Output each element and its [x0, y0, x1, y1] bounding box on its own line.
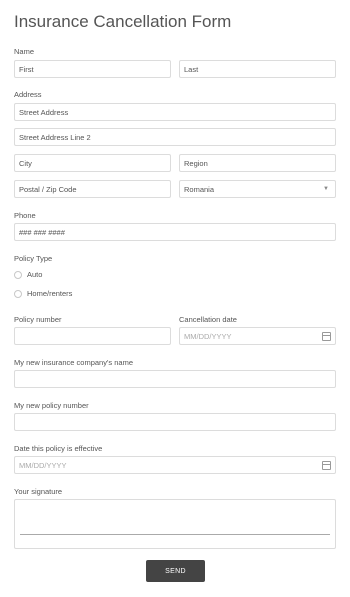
calendar-icon[interactable] [322, 461, 331, 470]
region-field[interactable]: Region [179, 154, 336, 172]
policy-type-option-home-renters[interactable]: Home/renters [14, 289, 72, 298]
phone-placeholder: ### ### #### [19, 227, 65, 237]
send-button[interactable]: SEND [146, 560, 205, 582]
last-name-placeholder: Last [184, 64, 199, 74]
street-address-2-field[interactable]: Street Address Line 2 [14, 128, 336, 146]
name-label: Name [14, 47, 35, 56]
policy-number-field[interactable] [14, 327, 171, 345]
policy-type-option-auto[interactable]: Auto [14, 270, 42, 279]
last-name-field[interactable]: Last [179, 60, 336, 78]
country-select[interactable]: Romania ▼ [179, 180, 336, 198]
first-name-field[interactable]: First [14, 60, 171, 78]
signature-pad[interactable] [14, 499, 336, 549]
cancellation-date-field[interactable]: MM/DD/YYYY [179, 327, 336, 345]
postal-code-field[interactable]: Postal / Zip Code [14, 180, 171, 198]
new-company-field[interactable] [14, 370, 336, 388]
new-company-label: My new insurance company's name [14, 358, 133, 367]
form-title: Insurance Cancellation Form [14, 12, 232, 31]
effective-date-field[interactable]: MM/DD/YYYY [14, 456, 336, 474]
effective-date-label: Date this policy is effective [14, 444, 103, 453]
radio-button[interactable] [14, 289, 22, 298]
policy-type-option-label: Auto [27, 270, 43, 279]
policy-number-label: Policy number [14, 315, 62, 324]
signature-label: Your signature [14, 487, 63, 496]
new-policy-number-label: My new policy number [14, 401, 89, 410]
street-address-field[interactable]: Street Address [14, 103, 336, 121]
radio-button[interactable] [14, 270, 22, 279]
policy-type-label: Policy Type [14, 254, 53, 263]
city-field[interactable]: City [14, 154, 171, 172]
cancellation-date-label: Cancellation date [179, 315, 237, 324]
new-policy-number-field[interactable] [14, 413, 336, 431]
postal-code-placeholder: Postal / Zip Code [19, 184, 77, 194]
phone-field[interactable]: ### ### #### [14, 223, 336, 241]
signature-baseline [20, 534, 330, 535]
region-placeholder: Region [184, 158, 208, 168]
country-value: Romania [184, 184, 215, 194]
phone-label: Phone [14, 211, 36, 220]
chevron-down-icon: ▼ [323, 186, 329, 192]
first-name-placeholder: First [19, 64, 34, 74]
cancellation-date-placeholder: MM/DD/YYYY [184, 331, 232, 341]
effective-date-placeholder: MM/DD/YYYY [19, 460, 67, 470]
calendar-icon[interactable] [322, 332, 331, 341]
street-address-placeholder: Street Address [19, 107, 69, 117]
city-placeholder: City [19, 158, 32, 168]
address-label: Address [14, 90, 42, 99]
street-address-2-placeholder: Street Address Line 2 [19, 132, 91, 142]
policy-type-option-label: Home/renters [27, 289, 73, 298]
